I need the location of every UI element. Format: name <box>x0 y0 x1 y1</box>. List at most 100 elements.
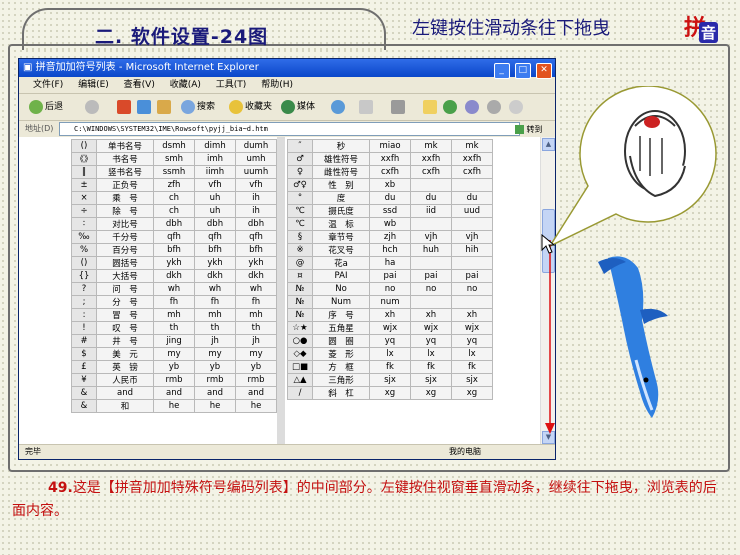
symbol-name-cell: 千分号 <box>96 230 154 244</box>
table-row: ° 度 du du du <box>287 191 493 205</box>
code-cell: wb <box>369 217 411 231</box>
tools-button[interactable] <box>465 98 481 116</box>
menu-favorites[interactable]: 收藏(A) <box>170 80 201 90</box>
symbol-cell: {} <box>71 269 97 283</box>
table-row: {} 大括号 dkh dkh dkh <box>71 269 277 283</box>
code-cell: ykh <box>194 256 236 270</box>
code-cell: xh <box>410 308 452 322</box>
menu-view[interactable]: 查看(V) <box>124 80 155 90</box>
symbol-name-cell: Num <box>312 295 370 309</box>
code-cell: pai <box>410 269 452 283</box>
table-row: ♂ 雄性符号 xxfh xxfh xxfh <box>287 152 493 166</box>
code-cell: mk <box>451 139 493 153</box>
history-button[interactable] <box>331 98 347 116</box>
stop-button[interactable] <box>117 98 133 116</box>
home-icon <box>157 99 171 114</box>
code-cell: xxfh <box>369 152 411 166</box>
menu-help[interactable]: 帮助(H) <box>261 80 293 90</box>
forward-button[interactable] <box>85 98 101 116</box>
code-cell: xxfh <box>451 152 493 166</box>
media-label: 媒体 <box>297 102 316 112</box>
code-cell: yq <box>410 334 452 348</box>
symbol-name-cell: 序 号 <box>312 308 370 322</box>
code-cell: sjx <box>410 373 452 387</box>
table-row: :冒 号 mh mh mh <box>71 308 277 322</box>
code-cell: no <box>369 282 411 296</box>
table-row: % 百分号 bfh bfh bfh <box>71 243 277 257</box>
status-bar: 完毕 我的电脑 <box>19 444 555 459</box>
minimize-button[interactable]: _ <box>493 63 510 79</box>
symbol-name-cell: 和 <box>96 399 154 413</box>
code-cell: imh <box>194 152 236 166</box>
back-button[interactable]: 后退 <box>29 98 63 116</box>
code-cell: vjh <box>410 230 452 244</box>
code-cell: fh <box>153 295 195 309</box>
symbol-cell: 《》 <box>71 152 97 166</box>
code-cell: yq <box>451 334 493 348</box>
close-button[interactable]: ✕ <box>536 63 552 79</box>
maximize-button[interactable]: □ <box>514 63 531 79</box>
code-cell: wh <box>194 282 236 296</box>
mail-button[interactable] <box>359 98 375 116</box>
symbol-name-cell: 花叉号 <box>312 243 370 257</box>
code-cell: qfh <box>194 230 236 244</box>
media-button[interactable]: 媒体 <box>281 98 315 116</box>
menu-edit[interactable]: 编辑(E) <box>78 80 109 90</box>
research-icon <box>487 99 501 114</box>
print-button[interactable] <box>391 98 407 116</box>
code-cell: he <box>235 399 277 413</box>
code-cell: ykh <box>235 256 277 270</box>
table-row: () 圆括号 ykh ykh ykh <box>71 256 277 270</box>
symbol-name-cell: 花a <box>312 256 370 270</box>
search-button[interactable]: 搜索 <box>181 98 215 116</box>
folder-icon <box>423 99 437 114</box>
favorites-label: 收藏夹 <box>245 102 273 112</box>
table-row: ‰ 千分号 qfh qfh qfh <box>71 230 277 244</box>
edit-button[interactable] <box>423 98 439 116</box>
symbol-name-cell: 除 号 <box>96 204 154 218</box>
code-cell: fh <box>235 295 277 309</box>
symbol-cell: () <box>71 139 97 153</box>
go-button[interactable]: 转到 <box>515 122 543 138</box>
code-cell: jh <box>194 334 236 348</box>
code-cell: dkh <box>194 269 236 283</box>
code-cell: fk <box>410 360 452 374</box>
code-cell <box>410 178 452 192</box>
table-row: ○● 圆 圈 yq yq yq <box>287 334 493 348</box>
menu-file[interactable]: 文件(F) <box>33 80 63 90</box>
menu-tools[interactable]: 工具(T) <box>216 80 247 90</box>
symbol-name-cell: PAI <box>312 269 370 283</box>
research-button[interactable] <box>487 98 503 116</box>
code-cell: xxfh <box>410 152 452 166</box>
messenger-button[interactable] <box>443 98 459 116</box>
symbol-name-cell: 问 号 <box>96 282 154 296</box>
page-content: () 单书名号 dsmh dimh dumh 《》 书名号 smh imh umh ‖ 竖书名号 ssm… <box>19 137 555 445</box>
refresh-button[interactable] <box>137 98 153 116</box>
code-cell: wjx <box>369 321 411 335</box>
favorites-button[interactable]: 收藏夹 <box>229 98 272 116</box>
stop-icon <box>117 99 131 114</box>
symbol-name-cell: 分 号 <box>96 295 154 309</box>
column-divider <box>277 137 285 445</box>
code-cell: bfh <box>153 243 195 257</box>
drag-hint: 左键按住滑动条往下拖曳 <box>412 18 610 39</box>
symbol-cell: № <box>287 308 313 322</box>
code-cell: hih <box>451 243 493 257</box>
symbol-name-cell: 英 镑 <box>96 360 154 374</box>
ie-titlebar[interactable]: ▣ 拼音加加符号列表 - Microsoft Internet Explorer… <box>19 59 555 79</box>
discuss-button[interactable] <box>509 98 525 116</box>
symbol-name-cell: 斜 杠 <box>312 386 370 400</box>
code-cell <box>410 256 452 270</box>
table-row: @ 花a ha <box>287 256 493 270</box>
code-cell: uh <box>194 191 236 205</box>
home-button[interactable] <box>157 98 173 116</box>
status-zone: 我的电脑 <box>449 447 481 456</box>
symbol-cell: : <box>71 308 97 322</box>
code-cell: bfh <box>194 243 236 257</box>
code-cell <box>451 178 493 192</box>
address-input[interactable]: C:\WINDOWS\SYSTEM32\IME\Rowsoft\pyjj_bia… <box>59 122 520 136</box>
code-cell: hch <box>369 243 411 257</box>
symbol-name-cell: 井 号 <box>96 334 154 348</box>
caption-text: 这是【拼音加加特殊符号编码列表】的中间部分。左键按住视窗垂直滑动条，继续往下拖曳… <box>12 480 717 519</box>
symbol-cell: £ <box>71 360 97 374</box>
